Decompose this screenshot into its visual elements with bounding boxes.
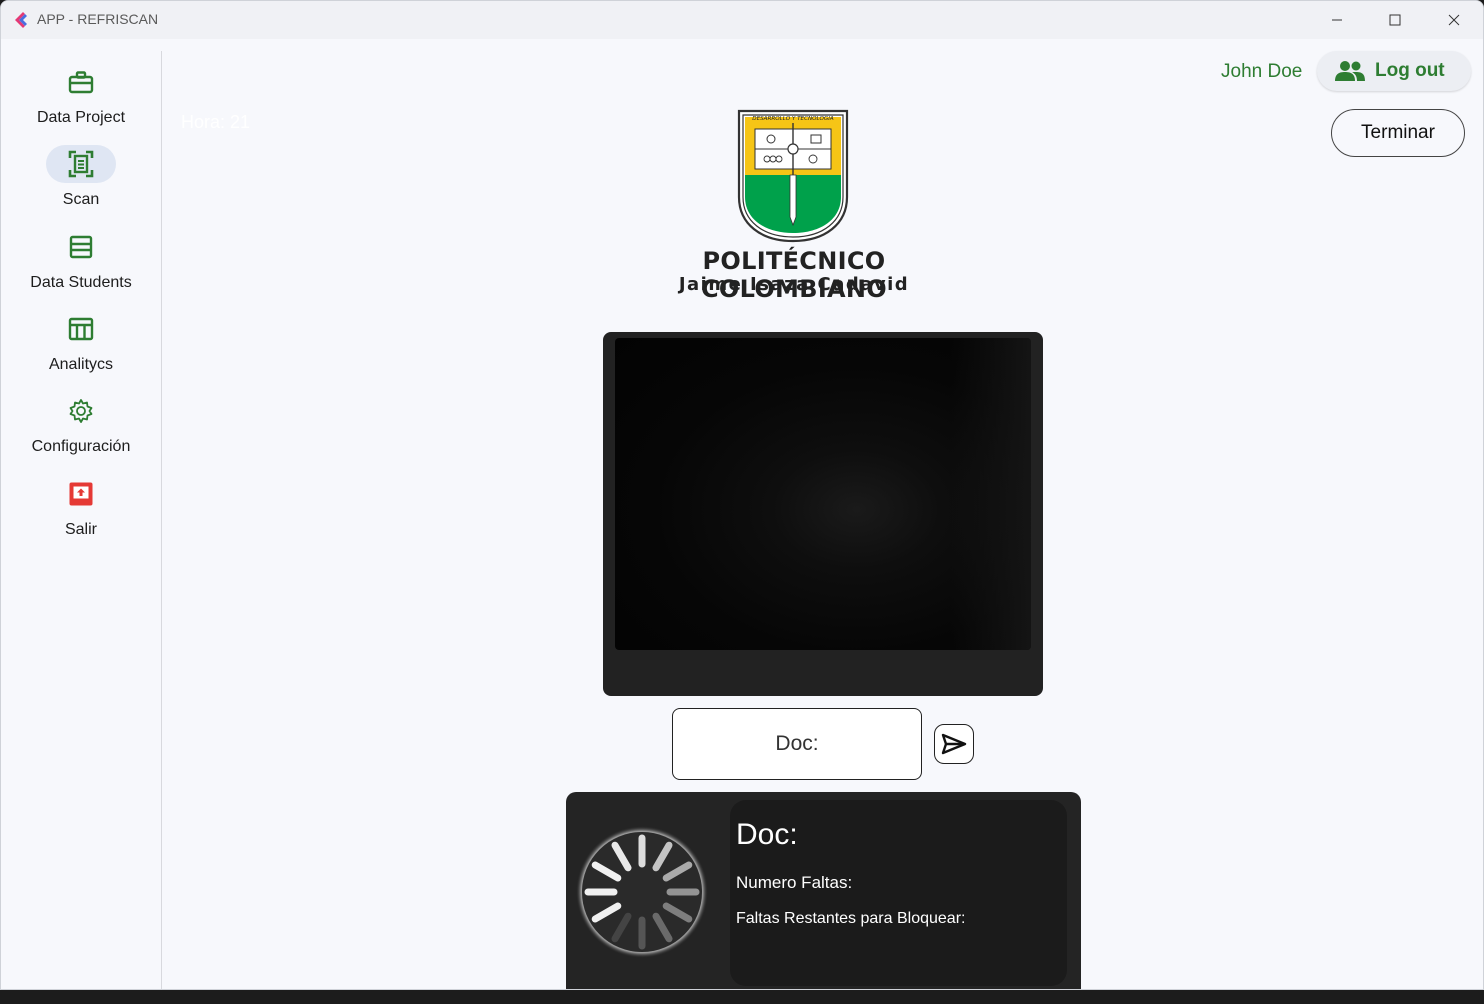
nav-pill [46,475,116,513]
sidebar-item-scan[interactable]: Scan [1,145,161,225]
close-button[interactable] [1425,1,1483,39]
sidebar-item-configuracion[interactable]: Configuración [1,392,161,472]
loading-spinner-icon [576,826,708,958]
window-title: APP - REFRISCAN [37,11,159,27]
nav-pill [46,63,116,101]
camera-shade [951,338,1031,650]
sidebar-item-salir[interactable]: Salir [1,475,161,555]
briefcase-icon [68,71,94,94]
sidebar-item-label: Data Project [36,109,126,126]
app-window: APP - REFRISCAN Data Project Scan Data S… [0,0,1484,990]
sidebar-item-label: Scan [62,191,100,208]
gear-icon [69,399,93,423]
maximize-button[interactable] [1366,1,1424,39]
title-bar: APP - REFRISCAN [1,1,1483,39]
camera-feed [615,338,1031,650]
logout-label: Log out [1375,60,1445,81]
info-doc-label: Doc: [736,818,798,851]
sidebar-item-label: Data Students [30,274,132,291]
minimize-button[interactable] [1308,1,1366,39]
crest-banner-text: DESARROLLO Y TECNOLOGIA [752,116,834,122]
exit-icon [69,482,93,506]
app-logo-icon [15,12,27,28]
sidebar-divider [161,51,162,989]
nav-pill [46,228,116,266]
send-icon [941,733,967,755]
sidebar-item-data-project[interactable]: Data Project [1,63,161,143]
sidebar-item-label: Salir [64,521,97,538]
list-icon [69,235,93,259]
minimize-icon [1332,19,1342,21]
student-info-card: Doc: Numero Faltas: Faltas Restantes par… [730,800,1067,986]
doc-input[interactable]: Doc: [672,708,922,780]
info-panel: Doc: Numero Faltas: Faltas Restantes par… [566,792,1081,989]
sidebar-item-label: Analitycs [48,356,114,373]
sidebar: Data Project Scan Data Students Analityc… [1,39,161,989]
send-button[interactable] [934,724,974,764]
maximize-icon [1389,14,1401,26]
terminar-button[interactable]: Terminar [1331,109,1465,157]
document-scanner-icon [68,150,94,178]
sidebar-item-analitycs[interactable]: Analitycs [1,310,161,390]
logout-button[interactable]: Log out [1317,51,1471,91]
info-restantes-label: Faltas Restantes para Bloquear: [736,910,966,927]
nav-pill-active [46,145,116,183]
camera-frame [603,332,1043,696]
nav-pill [46,310,116,348]
politecnico-crest-logo: DESARROLLO Y TECNOLOGIA [737,109,849,243]
user-name: John Doe [1221,61,1303,82]
hora-label: Hora: 21 [181,112,251,132]
sidebar-item-data-students[interactable]: Data Students [1,228,161,308]
sidebar-item-label: Configuración [31,438,131,455]
nav-pill [46,392,116,430]
users-icon [1335,61,1365,81]
table-icon [68,317,94,341]
info-faltas-label: Numero Faltas: [736,873,853,892]
institution-subtitle: Jaime Isaza Cadavid [678,274,910,295]
close-icon [1448,14,1460,26]
